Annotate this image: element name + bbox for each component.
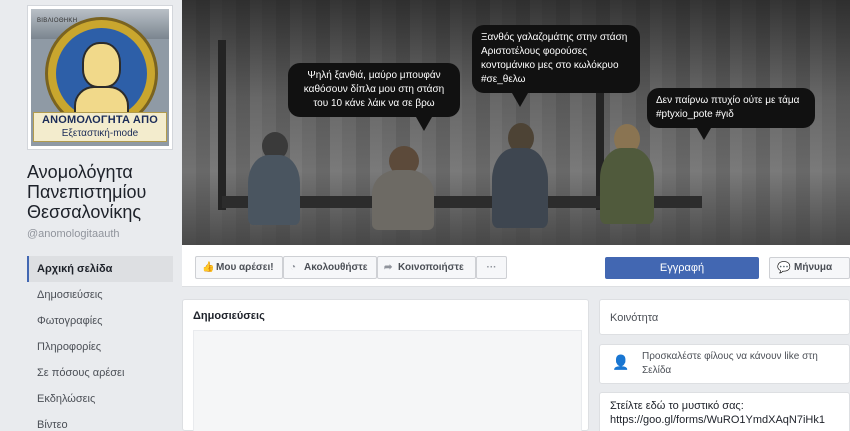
sidebar-item-posts[interactable]: Δημοσιεύσεις: [27, 282, 173, 308]
invite-friends-card[interactable]: 👤 Προσκαλέστε φίλους να κάνουν like στη …: [599, 344, 850, 384]
invite-friends-text[interactable]: Προσκαλέστε φίλους να κάνουν like στη Σε…: [642, 350, 842, 378]
sidebar-item-about[interactable]: Πληροφορίες: [27, 334, 173, 360]
community-title[interactable]: Κοινότητα: [610, 312, 658, 324]
signup-button[interactable]: Εγγραφή: [605, 257, 759, 279]
follow-label: Ακολουθήστε: [304, 262, 368, 273]
speech-bubble-3: Δεν παίρνω πτυχίο ούτε με τάμα #ptyxio_p…: [647, 88, 815, 140]
share-arrow-icon: ➦: [384, 262, 393, 273]
sidebar-item-home[interactable]: Αρχική σελίδα: [27, 256, 173, 282]
like-label: Μου αρέσει!: [216, 262, 274, 273]
secret-submission-text[interactable]: Στείλτε εδώ το μυστικό σας: https://goo.…: [610, 399, 846, 427]
profile-banner: ΑΝΟΜΟΛΟΓΗΤΑ ΑΠΟ Εξεταστική-mode: [33, 112, 167, 142]
follow-button[interactable]: ◔ Ακολουθήστε: [283, 256, 377, 279]
sidebar-item-photos[interactable]: Φωτογραφίες: [27, 308, 173, 334]
building-sign: ΒΙΒΛΙΟΘΗΚΗ: [37, 18, 78, 24]
posts-panel: Δημοσιεύσεις: [182, 299, 589, 431]
sidebar-item-likes[interactable]: Σε πόσους αρέσει: [27, 360, 173, 386]
thumbs-up-icon: 👍: [202, 262, 215, 273]
page-username[interactable]: @anomologitaauth: [27, 228, 120, 240]
message-label: Μήνυμα: [794, 262, 833, 273]
posts-heading[interactable]: Δημοσιεύσεις: [193, 310, 265, 322]
left-column: ΒΙΒΛΙΟΘΗΚΗ ΑΝΟΜΟΛΟΓΗΤΑ ΑΠΟ Εξεταστική-mo…: [0, 0, 182, 431]
community-panel: Κοινότητα 👤 Προσκαλέστε φίλους να κάνουν…: [599, 299, 850, 431]
figure-face: [82, 42, 121, 88]
more-options-button[interactable]: ···: [476, 256, 507, 279]
shelter-post: [218, 40, 226, 210]
community-header: Κοινότητα: [599, 299, 850, 335]
banner-line-2: Εξεταστική-mode: [61, 128, 139, 139]
message-button[interactable]: 💬 Μήνυμα: [769, 257, 850, 279]
person-silhouette: [600, 148, 654, 224]
posts-feed: [193, 330, 582, 431]
messenger-icon: 💬: [777, 262, 791, 274]
seal-inner: [56, 28, 147, 119]
share-label: Κοινοποιήστε: [398, 262, 464, 273]
profile-image: ΒΙΒΛΙΟΘΗΚΗ ΑΝΟΜΟΛΟΓΗΤΑ ΑΠΟ Εξεταστική-mo…: [31, 9, 169, 146]
person-silhouette: [248, 155, 300, 225]
speech-bubble-2: Ξανθός γαλαζομάτης στην στάση Αριστοτέλο…: [472, 25, 640, 107]
person-silhouette: [372, 170, 434, 230]
profile-picture[interactable]: ΒΙΒΛΙΟΘΗΚΗ ΑΝΟΜΟΛΟΓΗΤΑ ΑΠΟ Εξεταστική-mo…: [27, 5, 173, 150]
like-button[interactable]: 👍 Μου αρέσει!: [195, 256, 283, 279]
add-friend-icon: 👤: [612, 354, 630, 370]
banner-line-1: ΑΝΟΜΟΛΟΓΗΤΑ ΑΠΟ: [42, 114, 158, 126]
page-action-bar: 👍 Μου αρέσει! ◔ Ακολουθήστε ➦ Κοινοποιήσ…: [182, 245, 850, 287]
sidebar-nav: Αρχική σελίδα Δημοσιεύσεις Φωτογραφίες Π…: [27, 256, 173, 431]
sidebar-item-videos[interactable]: Βίντεο: [27, 412, 173, 431]
sidebar-item-events[interactable]: Εκδηλώσεις: [27, 386, 173, 412]
speech-bubble-1: Ψηλή ξανθιά, μαύρο μπουφάν καθόσουν δίπλ…: [288, 63, 460, 131]
page-title[interactable]: Ανομολόγητα Πανεπιστημίου Θεσσαλονίκης: [27, 162, 177, 222]
share-button[interactable]: ➦ Κοινοποιήστε: [377, 256, 476, 279]
secret-submission-card: Στείλτε εδώ το μυστικό σας: https://goo.…: [599, 392, 850, 431]
person-silhouette: [492, 148, 548, 228]
rss-icon: ◔: [290, 262, 297, 273]
cover-photo[interactable]: Ψηλή ξανθιά, μαύρο μπουφάν καθόσουν δίπλ…: [182, 0, 850, 245]
